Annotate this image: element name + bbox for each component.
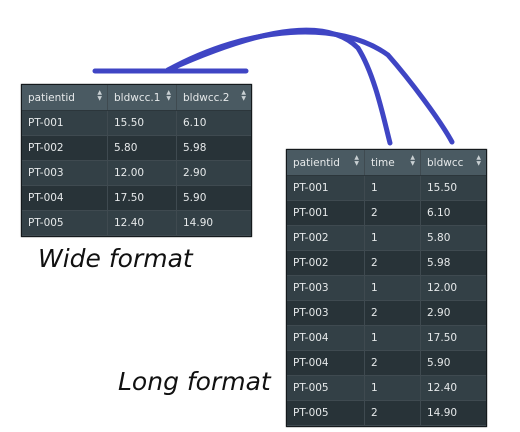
column-header[interactable]: patientid ▲ ▼ (287, 150, 365, 176)
table-cell: 17.50 (420, 325, 486, 351)
table-cell: 14.90 (420, 400, 486, 426)
table-row: PT-001 2 6.10 (287, 200, 486, 226)
table-cell: PT-005 (287, 400, 365, 426)
table-row: PT-001 1 15.50 (287, 175, 486, 201)
table-cell: PT-005 (287, 375, 365, 401)
table-cell: 2.90 (176, 160, 251, 186)
table-cell: 1 (364, 375, 421, 401)
table-cell: 2 (364, 200, 421, 226)
table-cell: PT-002 (287, 225, 365, 251)
column-header[interactable]: bldwcc.2 ▲ ▼ (176, 85, 251, 111)
table-cell: 6.10 (420, 200, 486, 226)
sort-arrows-icon[interactable]: ▲ ▼ (241, 90, 246, 102)
table-row: PT-004 17.50 5.90 (22, 185, 251, 211)
sort-arrows-icon[interactable]: ▲ ▼ (166, 90, 171, 102)
table-row: PT-005 12.40 14.90 (22, 210, 251, 236)
table-cell: 2 (364, 250, 421, 276)
table-row: PT-003 1 12.00 (287, 275, 486, 301)
table-row: PT-002 2 5.98 (287, 250, 486, 276)
sort-arrows-icon[interactable]: ▲ ▼ (354, 155, 359, 167)
table-cell: PT-002 (287, 250, 365, 276)
table-cell: 15.50 (420, 175, 486, 201)
table-cell: PT-001 (22, 110, 108, 136)
table-cell: PT-001 (287, 200, 365, 226)
table-cell: PT-003 (22, 160, 108, 186)
table-cell: 5.80 (107, 135, 177, 161)
table-cell: 1 (364, 325, 421, 351)
long-format-table: patientid ▲ ▼ time ▲ ▼ bldwcc ▲ ▼ PT-001 1 15.50 PT… (286, 149, 487, 427)
wide-format-table: patientid ▲ ▼ bldwcc.1 ▲ ▼ bldwcc.2 ▲ ▼ PT-001 15… (21, 84, 252, 237)
long-format-caption: Long format (118, 367, 271, 396)
column-header[interactable]: time ▲ ▼ (364, 150, 421, 176)
column-header[interactable]: bldwcc ▲ ▼ (420, 150, 486, 176)
table-cell: PT-003 (287, 300, 365, 326)
table-cell: 1 (364, 175, 421, 201)
column-header-label: patientid (28, 91, 75, 104)
table-row: PT-005 1 12.40 (287, 375, 486, 401)
table-cell: 12.40 (107, 210, 177, 236)
table-cell: 12.40 (420, 375, 486, 401)
table-cell: PT-001 (287, 175, 365, 201)
table-cell: 1 (364, 225, 421, 251)
table-cell: 5.90 (420, 350, 486, 376)
table-cell: 2 (364, 300, 421, 326)
column-header-label: patientid (293, 156, 340, 169)
sort-arrows-icon[interactable]: ▲ ▼ (410, 155, 415, 167)
table-cell: 5.98 (420, 250, 486, 276)
table-cell: PT-004 (22, 185, 108, 211)
table-row: PT-003 2 2.90 (287, 300, 486, 326)
column-header[interactable]: bldwcc.1 ▲ ▼ (107, 85, 177, 111)
table-row: PT-002 5.80 5.98 (22, 135, 251, 161)
table-cell: PT-003 (287, 275, 365, 301)
column-header-label: bldwcc.2 (183, 91, 230, 104)
table-cell: 17.50 (107, 185, 177, 211)
table-cell: 15.50 (107, 110, 177, 136)
table-cell: 5.80 (420, 225, 486, 251)
table-cell: 5.90 (176, 185, 251, 211)
table-cell: 12.00 (420, 275, 486, 301)
table-cell: 6.10 (176, 110, 251, 136)
sort-arrows-icon[interactable]: ▲ ▼ (476, 155, 481, 167)
wide-format-caption: Wide format (38, 244, 193, 273)
table-row: PT-002 1 5.80 (287, 225, 486, 251)
table-cell: 5.98 (176, 135, 251, 161)
table-row: PT-005 2 14.90 (287, 400, 486, 426)
column-header-label: bldwcc (427, 156, 464, 169)
table-row: PT-004 2 5.90 (287, 350, 486, 376)
table-cell: 14.90 (176, 210, 251, 236)
table-cell: 2.90 (420, 300, 486, 326)
table-cell: 12.00 (107, 160, 177, 186)
column-header[interactable]: patientid ▲ ▼ (22, 85, 108, 111)
column-header-label: bldwcc.1 (114, 91, 161, 104)
table-cell: PT-005 (22, 210, 108, 236)
table-row: PT-004 1 17.50 (287, 325, 486, 351)
table-cell: 1 (364, 275, 421, 301)
column-header-label: time (371, 156, 395, 169)
table-cell: 2 (364, 400, 421, 426)
table-cell: PT-004 (287, 350, 365, 376)
sort-arrows-icon[interactable]: ▲ ▼ (97, 90, 102, 102)
table-row: PT-003 12.00 2.90 (22, 160, 251, 186)
table-cell: PT-004 (287, 325, 365, 351)
table-cell: 2 (364, 350, 421, 376)
table-cell: PT-002 (22, 135, 108, 161)
table-row: PT-001 15.50 6.10 (22, 110, 251, 136)
